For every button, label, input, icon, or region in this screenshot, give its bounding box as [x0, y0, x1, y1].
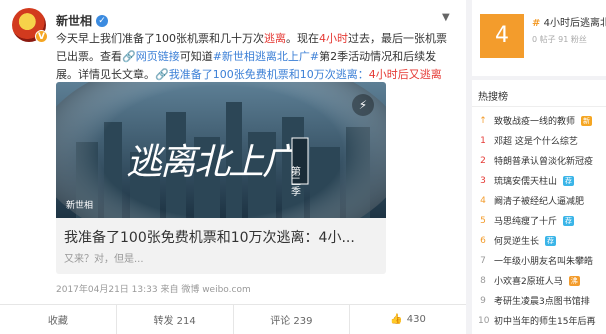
hot-search-label: 何炅逆生长: [494, 237, 540, 247]
hot-search-label: 初中当年的师生15年后再: [494, 317, 596, 327]
hot-search-item[interactable]: 7 一年级小朋友名叫朱攀皓: [478, 254, 594, 268]
hot-search-item[interactable]: 6 何炅逆生长荐: [478, 234, 557, 247]
thumbs-up-icon: 👍: [390, 314, 403, 325]
favorite-label: 收藏: [47, 316, 68, 327]
hot-search-label: 致敬战疫一线的教师: [494, 117, 576, 127]
hot-search-item[interactable]: 4 阚清子被经纪人逼减肥: [478, 194, 585, 208]
like-button[interactable]: 👍 430: [350, 305, 466, 334]
hot-search-badge: 荐: [563, 215, 575, 226]
cover-watermark: 新世相: [66, 199, 93, 211]
hot-search-rank: 9: [480, 295, 486, 306]
hot-search-rank: 7: [480, 255, 486, 266]
like-count: 430: [406, 314, 426, 325]
post-text-segment: 可知道: [179, 50, 213, 63]
hot-search-rank: 5: [480, 215, 486, 226]
hot-search-badge: 沸: [568, 275, 580, 286]
comment-button[interactable]: 评论 239: [234, 305, 351, 334]
topic-title[interactable]: # 4小时后逃离北: [532, 14, 606, 29]
post-text-segment: 4小时: [319, 32, 348, 45]
hot-search-label: 一年级小朋友名叫朱攀皓: [494, 257, 594, 267]
hot-search-rank: 1: [480, 135, 486, 146]
hot-search-rank: 6: [480, 235, 486, 246]
cover-season-text: 第二季: [289, 165, 301, 197]
hot-search-item[interactable]: 8 小欢喜2原班人马沸: [478, 274, 580, 287]
repost-button[interactable]: 转发 214: [117, 305, 234, 334]
divider: [472, 106, 606, 107]
post-text-segment: 逃离: [264, 32, 286, 45]
article-title[interactable]: 我准备了100张免费机票和10万次逃离：4小...: [64, 227, 355, 247]
chevron-down-icon[interactable]: ▼: [442, 12, 450, 23]
article-card[interactable]: 逃离北上广 第二季 新世相 ⚡ 我准备了100张免费机票和10万次逃离：4小..…: [56, 82, 386, 274]
hot-search-item[interactable]: 1 邓超 这是个什么综艺: [478, 134, 578, 148]
author-avatar[interactable]: V: [12, 8, 48, 43]
post-link[interactable]: 🔗网页链接: [122, 50, 180, 63]
hashtag-icon: #: [532, 18, 541, 29]
post-actions: 收藏 转发 214 评论 239 👍 430: [0, 304, 466, 334]
author-name[interactable]: 新世相: [56, 12, 92, 29]
post-link[interactable]: #新世相逃离北上广#: [213, 50, 319, 63]
hot-search-label: 琉璃安儒天柱山: [494, 177, 558, 187]
topic-stats: 0 帖子 91 粉丝: [532, 35, 587, 44]
repost-label: 转发 214: [153, 316, 196, 327]
hot-search-label: 小欢喜2原班人马: [494, 277, 563, 287]
topic-title-text: 4小时后逃离北: [543, 18, 606, 29]
hot-search-rank: 2: [480, 155, 486, 166]
post-text-segment: 。现在: [286, 32, 319, 45]
hot-search-badge: 荐: [563, 175, 575, 186]
hot-search-item[interactable]: 10 初中当年的师生15年后再: [478, 314, 596, 328]
hot-search-rank: 8: [480, 275, 486, 286]
hot-search-label: 特朗普承认曾淡化新冠疫: [494, 157, 594, 167]
hot-search-label: 马思纯瘦了十斤: [494, 217, 558, 227]
post-text-segment: 今天早上我们准备了100张机票和几十万次: [56, 32, 264, 45]
cover-title-text: 逃离北上广: [126, 142, 303, 183]
weibo-post: V 新世相 ✓ ▼ 今天早上我们准备了100张机票和几十万次逃离。现在4小时过去…: [0, 0, 466, 334]
hot-search-label: 阚清子被经纪人逼减肥: [494, 197, 585, 207]
verified-icon: V: [35, 30, 48, 43]
hot-search-item[interactable]: 2 特朗普承认曾淡化新冠疫: [478, 154, 594, 168]
hot-search-badge: 新: [581, 115, 593, 126]
comment-label: 评论 239: [270, 316, 313, 327]
vip-badge-icon: ✓: [96, 14, 109, 27]
hot-search-label: 邓超 这是个什么综艺: [494, 137, 578, 147]
hot-search-rank: 4: [480, 195, 486, 206]
article-subtitle: 又来？对，但是...: [64, 254, 144, 265]
post-meta: 2017年04月21日 13:33 来自 微博 weibo.com: [56, 285, 251, 295]
favorite-button[interactable]: 收藏: [0, 305, 117, 334]
hot-search-badge: 荐: [545, 235, 557, 246]
lightning-icon: ⚡: [352, 94, 374, 116]
hot-search-rank: 3: [480, 175, 486, 186]
hot-search-list: 热搜榜 ↑ 致敬战疫一线的教师新 1 邓超 这是个什么综艺 2 特朗普承认曾淡化新冠疫 3 琉…: [472, 80, 606, 334]
hot-search-item[interactable]: 9 考研生凌晨3点图书馆排: [478, 294, 590, 308]
hot-search-item[interactable]: 3 琉璃安儒天柱山荐: [478, 174, 575, 187]
article-cover-image: 逃离北上广 第二季 新世相: [56, 82, 386, 218]
author-row: 新世相 ✓: [56, 12, 109, 29]
hot-search-item[interactable]: 5 马思纯瘦了十斤荐: [478, 214, 575, 227]
topic-card[interactable]: 4 # 4小时后逃离北 0 帖子 91 粉丝: [472, 0, 606, 76]
hot-search-label: 考研生凌晨3点图书馆排: [494, 297, 590, 307]
topic-number: 4: [480, 14, 524, 58]
hot-search-rank: ↑: [479, 115, 487, 126]
post-link[interactable]: 🔗我准备了100张免费机票和10万次逃离：: [155, 68, 369, 81]
hot-search-rank: 10: [478, 315, 490, 326]
hot-search-item[interactable]: ↑ 致敬战疫一线的教师新: [478, 114, 593, 127]
hot-search-header: 热搜榜: [478, 92, 508, 103]
